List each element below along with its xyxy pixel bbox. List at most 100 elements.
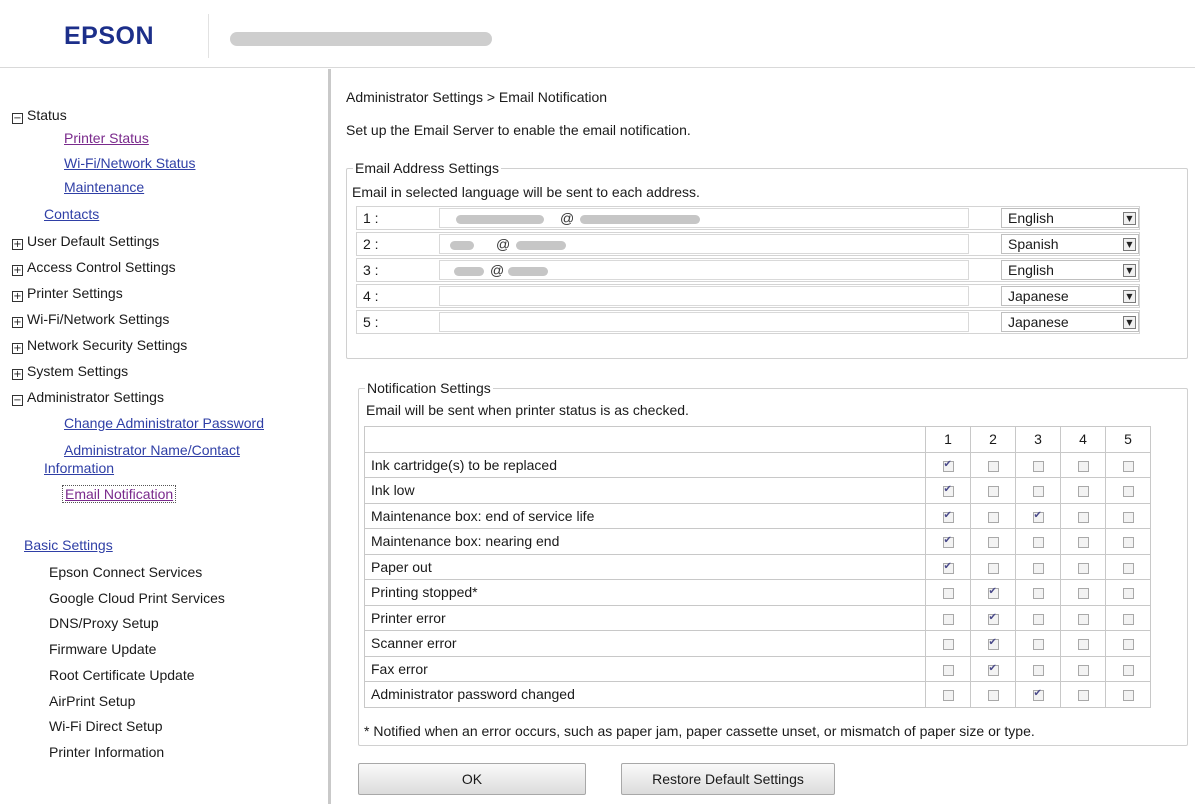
- notify-checkbox[interactable]: [1077, 537, 1089, 549]
- collapse-icon[interactable]: −: [12, 113, 23, 124]
- notify-checkbox[interactable]: [1032, 688, 1044, 702]
- ok-button[interactable]: OK: [358, 763, 586, 795]
- notify-checkbox[interactable]: [987, 690, 999, 702]
- expand-icon[interactable]: +: [12, 291, 23, 302]
- notify-checkbox[interactable]: [1032, 613, 1044, 625]
- nav-wifi-network-status[interactable]: Wi-Fi/Network Status: [64, 155, 195, 171]
- nav-printer-status[interactable]: Printer Status: [64, 130, 149, 146]
- checkbox-cell: [970, 451, 1016, 478]
- expand-icon[interactable]: +: [12, 239, 23, 250]
- notify-checkbox[interactable]: [1122, 486, 1134, 498]
- nav-dns-proxy[interactable]: DNS/Proxy Setup: [49, 612, 159, 634]
- notify-checkbox[interactable]: [942, 561, 954, 574]
- restore-default-settings-button[interactable]: Restore Default Settings: [621, 763, 835, 795]
- notify-checkbox[interactable]: [1032, 460, 1044, 472]
- expand-icon[interactable]: +: [12, 369, 23, 380]
- notify-checkbox[interactable]: [987, 511, 999, 523]
- notify-checkbox[interactable]: [987, 663, 999, 676]
- notify-checkbox[interactable]: [1032, 562, 1044, 574]
- nav-printer-settings[interactable]: + Printer Settings: [12, 282, 123, 304]
- notify-checkbox[interactable]: [1122, 537, 1134, 549]
- language-select-5[interactable]: Japanese ▼: [1001, 312, 1139, 332]
- notify-checkbox[interactable]: [942, 639, 954, 651]
- notify-checkbox[interactable]: [1077, 486, 1089, 498]
- notify-checkbox[interactable]: [1032, 510, 1044, 523]
- notify-checkbox[interactable]: [1032, 486, 1044, 498]
- language-select-3[interactable]: English ▼: [1001, 260, 1139, 280]
- notify-checkbox[interactable]: [987, 537, 999, 549]
- nav-administrator-settings[interactable]: − Administrator Settings: [12, 386, 164, 408]
- notify-checkbox[interactable]: [1122, 639, 1134, 651]
- event-label: Ink cartridge(s) to be replaced: [364, 451, 926, 478]
- notify-checkbox[interactable]: [1032, 639, 1044, 651]
- language-select-2[interactable]: Spanish ▼: [1001, 234, 1139, 254]
- notify-checkbox[interactable]: [1122, 613, 1134, 625]
- nav-change-admin-password[interactable]: Change Administrator Password: [64, 415, 264, 431]
- email-address-input-1[interactable]: @: [439, 208, 969, 228]
- notify-checkbox[interactable]: [987, 612, 999, 625]
- nav-status[interactable]: − Status: [12, 104, 67, 126]
- nav-admin-name-contact[interactable]: Administrator Name/Contact: [64, 442, 240, 458]
- notify-checkbox[interactable]: [1122, 664, 1134, 676]
- nav-firmware-update[interactable]: Firmware Update: [49, 638, 156, 660]
- expand-icon[interactable]: +: [12, 343, 23, 354]
- nav-google-cloud-print[interactable]: Google Cloud Print Services: [49, 587, 225, 609]
- nav-contacts[interactable]: Contacts: [44, 206, 99, 222]
- notification-settings-desc: Email will be sent when printer status i…: [366, 402, 689, 418]
- notify-checkbox[interactable]: [987, 460, 999, 472]
- nav-epson-connect[interactable]: Epson Connect Services: [49, 561, 202, 583]
- notify-checkbox[interactable]: [1122, 588, 1134, 600]
- email-row-1: 1 : @ English ▼: [356, 206, 1140, 230]
- notify-checkbox[interactable]: [1077, 562, 1089, 574]
- nav-system-settings[interactable]: + System Settings: [12, 360, 128, 382]
- notify-checkbox[interactable]: [942, 535, 954, 549]
- email-address-input-5[interactable]: [439, 312, 969, 332]
- notify-checkbox[interactable]: [942, 588, 954, 600]
- notify-checkbox[interactable]: [1122, 460, 1134, 472]
- nav-root-certificate[interactable]: Root Certificate Update: [49, 664, 195, 686]
- language-select-4[interactable]: Japanese ▼: [1001, 286, 1139, 306]
- notify-checkbox[interactable]: [987, 562, 999, 574]
- notify-checkbox[interactable]: [1122, 562, 1134, 574]
- notify-checkbox[interactable]: [1077, 588, 1089, 600]
- nav-basic-settings[interactable]: Basic Settings: [24, 537, 113, 553]
- notify-checkbox[interactable]: [987, 486, 999, 498]
- notify-checkbox[interactable]: [1122, 690, 1134, 702]
- nav-email-notification[interactable]: Email Notification: [62, 485, 177, 503]
- notify-checkbox[interactable]: [942, 664, 954, 676]
- notify-checkbox[interactable]: [942, 690, 954, 702]
- nav-airprint-setup[interactable]: AirPrint Setup: [49, 690, 135, 712]
- email-address-input-4[interactable]: [439, 286, 969, 306]
- event-label: Printer error: [364, 604, 926, 631]
- notify-checkbox[interactable]: [942, 459, 954, 472]
- notify-checkbox[interactable]: [1077, 613, 1089, 625]
- expand-icon[interactable]: +: [12, 317, 23, 328]
- notify-checkbox[interactable]: [1077, 690, 1089, 702]
- notify-checkbox[interactable]: [1032, 588, 1044, 600]
- nav-printer-information[interactable]: Printer Information: [49, 741, 164, 763]
- email-address-input-3[interactable]: @: [439, 260, 969, 280]
- notify-checkbox[interactable]: [942, 613, 954, 625]
- nav-user-default-settings[interactable]: + User Default Settings: [12, 230, 159, 252]
- nav-access-control-settings[interactable]: + Access Control Settings: [12, 256, 176, 278]
- nav-maintenance[interactable]: Maintenance: [64, 179, 144, 195]
- nav-wifi-direct[interactable]: Wi-Fi Direct Setup: [49, 715, 163, 737]
- notify-checkbox[interactable]: [1032, 664, 1044, 676]
- nav-wifi-network-settings[interactable]: + Wi-Fi/Network Settings: [12, 308, 169, 330]
- notify-checkbox[interactable]: [1077, 664, 1089, 676]
- nav-admin-name-contact-cont[interactable]: Information: [44, 460, 114, 476]
- notify-checkbox[interactable]: [987, 586, 999, 600]
- notify-checkbox[interactable]: [1077, 639, 1089, 651]
- email-address-input-2[interactable]: @: [439, 234, 969, 254]
- expand-icon[interactable]: +: [12, 265, 23, 276]
- language-select-1[interactable]: English ▼: [1001, 208, 1139, 228]
- notify-checkbox[interactable]: [1032, 537, 1044, 549]
- notify-checkbox[interactable]: [1122, 511, 1134, 523]
- collapse-icon[interactable]: −: [12, 395, 23, 406]
- notify-checkbox[interactable]: [1077, 511, 1089, 523]
- nav-network-security-settings[interactable]: + Network Security Settings: [12, 334, 187, 356]
- notify-checkbox[interactable]: [942, 484, 954, 498]
- notify-checkbox[interactable]: [987, 637, 999, 651]
- notify-checkbox[interactable]: [942, 510, 954, 523]
- notify-checkbox[interactable]: [1077, 460, 1089, 472]
